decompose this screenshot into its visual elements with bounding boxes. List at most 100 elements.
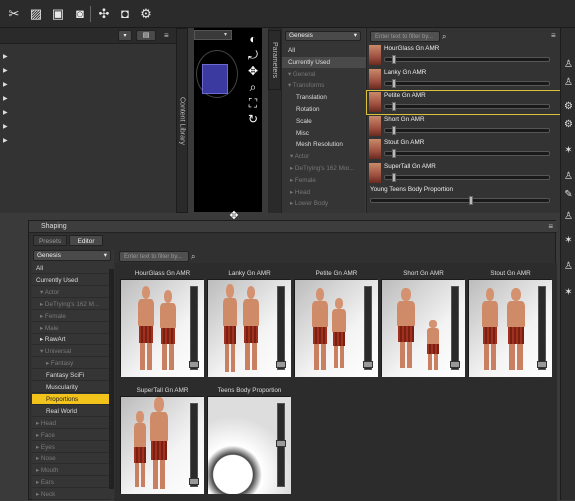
category-item[interactable]: ▸ Female: [32, 311, 111, 322]
slider-track[interactable]: [384, 127, 550, 133]
category-item[interactable]: Currently Used: [32, 275, 111, 286]
figure-icon[interactable]: ♙: [562, 170, 575, 183]
slider-thumb[interactable]: [392, 125, 397, 135]
shape-preset-tile[interactable]: Teens Body Proportion: [207, 387, 291, 494]
shaping-figure-select[interactable]: Genesis ▾: [33, 250, 111, 261]
camera-icon[interactable]: ◘: [117, 6, 133, 22]
brush-icon[interactable]: ✎: [562, 188, 575, 201]
tile-slider-knob[interactable]: [189, 361, 199, 368]
image-edit-icon[interactable]: ▣: [50, 6, 66, 22]
filter-item[interactable]: ▾ General: [282, 69, 366, 80]
pose-icon[interactable]: ✶: [562, 286, 575, 299]
shape-preset-tile[interactable]: HourGlass Gn AMR: [120, 270, 204, 377]
shape-preset-tile[interactable]: Stout Gn AMR: [468, 270, 552, 377]
shape-preset-tile[interactable]: Lanky Gn AMR: [207, 270, 291, 377]
figure-icon[interactable]: ♙: [562, 260, 575, 273]
tilt-icon[interactable]: ◐: [246, 32, 260, 46]
gear-icon[interactable]: ⚙: [562, 118, 575, 131]
slider-thumb[interactable]: [392, 78, 397, 88]
filter-item[interactable]: Misc: [282, 128, 366, 139]
filter-item[interactable]: Translation: [282, 92, 366, 103]
slider-track[interactable]: [384, 57, 550, 62]
category-item[interactable]: ▾ Actor: [32, 287, 111, 298]
chevron-down-icon[interactable]: ▾: [118, 30, 132, 41]
filter-item[interactable]: ▸ Female: [282, 175, 366, 186]
pose-icon[interactable]: ✶: [562, 234, 575, 247]
tile-slider-knob[interactable]: [276, 440, 286, 447]
category-item[interactable]: ▾ Universal: [32, 346, 111, 358]
expand-arrow-icon[interactable]: ▶: [3, 68, 9, 74]
tile-slider[interactable]: [189, 286, 199, 370]
tab-presets[interactable]: Presets: [33, 235, 67, 246]
filter-item[interactable]: ▾ Transforms: [282, 80, 366, 91]
expand-arrow-icon[interactable]: ▶: [3, 82, 9, 88]
expand-arrow-icon[interactable]: ▶: [3, 96, 9, 102]
tile-slider[interactable]: [537, 286, 547, 370]
slider-track[interactable]: [384, 104, 550, 109]
lasso-icon[interactable]: ✂: [6, 6, 22, 22]
zoom-icon[interactable]: ⌕: [246, 80, 260, 94]
category-item[interactable]: ▸ Head: [32, 418, 111, 429]
filter-item[interactable]: ▸ Head: [282, 187, 366, 198]
figure-select[interactable]: Genesis ▾: [285, 31, 361, 41]
slider-track[interactable]: [370, 198, 550, 203]
tab-content-library[interactable]: Content Library: [176, 28, 188, 213]
expand-arrow-icon[interactable]: ▶: [3, 138, 9, 144]
camera-image-icon[interactable]: ◙: [72, 6, 88, 22]
tile-slider-knob[interactable]: [537, 361, 547, 368]
search-icon[interactable]: ⌕: [442, 31, 452, 42]
tile-slider[interactable]: [276, 403, 286, 487]
slider-track[interactable]: [384, 151, 550, 156]
menu-icon[interactable]: ≡: [548, 222, 553, 231]
tile-slider-knob[interactable]: [450, 361, 460, 368]
figure-icon[interactable]: ♙: [562, 210, 575, 223]
figure-icon[interactable]: ♙: [562, 58, 575, 71]
tile-slider-knob[interactable]: [276, 361, 286, 368]
category-item[interactable]: ▸ Eyes: [32, 442, 111, 453]
rotate-icon[interactable]: ⤾: [246, 48, 260, 62]
database-icon[interactable]: ▤: [136, 30, 156, 41]
tab-parameters[interactable]: Parameters: [268, 30, 281, 90]
category-scrollbar[interactable]: [109, 269, 114, 489]
tile-slider-knob[interactable]: [363, 361, 373, 368]
filter-item[interactable]: ▾ Actor: [282, 151, 366, 162]
category-item[interactable]: Muscularity: [32, 382, 111, 393]
expand-arrow-icon[interactable]: ▶: [3, 110, 9, 116]
tile-slider[interactable]: [276, 286, 286, 370]
category-item[interactable]: ▸ Nose: [32, 453, 111, 465]
category-item[interactable]: ▸ Face: [32, 430, 111, 441]
parameters-search-input[interactable]: Enter text to filter by...: [370, 31, 440, 42]
filter-item[interactable]: Mesh Resolution: [282, 139, 366, 150]
category-item[interactable]: ▸ Neck: [32, 489, 111, 501]
filter-item[interactable]: ▸ DeTrying's 162 Mor...: [282, 163, 366, 174]
chevron-down-icon[interactable]: ▾: [224, 31, 230, 39]
category-item[interactable]: ▸ DeTrying's 162 M...: [32, 299, 111, 310]
category-item[interactable]: All: [32, 263, 111, 274]
expand-arrow-icon[interactable]: ▶: [3, 54, 9, 60]
hatch-tool-icon[interactable]: ▨: [28, 6, 44, 22]
category-item[interactable]: Real World: [32, 406, 111, 417]
slider-thumb[interactable]: [392, 149, 397, 158]
slider-thumb[interactable]: [392, 102, 397, 111]
slider-thumb[interactable]: [469, 196, 473, 205]
gear-icon[interactable]: ⚙: [562, 100, 575, 113]
pose-icon[interactable]: ✶: [562, 144, 575, 157]
move-icon[interactable]: ✥: [246, 64, 260, 78]
tile-slider[interactable]: [450, 286, 460, 370]
category-item[interactable]: ▸ Male: [32, 323, 111, 334]
filter-item[interactable]: All: [282, 45, 366, 56]
gear-icon[interactable]: ⚙: [138, 6, 154, 22]
category-item[interactable]: ▸ Ears: [32, 477, 111, 489]
node-tool-icon[interactable]: ✣: [96, 6, 112, 22]
shape-preset-tile[interactable]: SuperTall Gn AMR: [120, 387, 204, 494]
expand-arrow-icon[interactable]: ▶: [3, 124, 9, 130]
figure-icon[interactable]: ♙: [562, 76, 575, 89]
frame-icon[interactable]: ⛶: [246, 96, 260, 110]
menu-icon[interactable]: ≡: [551, 31, 559, 41]
tile-slider[interactable]: [189, 403, 199, 487]
category-item[interactable]: ▸ Fantasy: [32, 358, 111, 370]
shape-preset-tile[interactable]: Short Gn AMR: [381, 270, 465, 377]
reset-icon[interactable]: ↻: [246, 112, 260, 126]
filter-item[interactable]: Rotation: [282, 104, 366, 115]
tile-slider-knob[interactable]: [189, 478, 199, 485]
